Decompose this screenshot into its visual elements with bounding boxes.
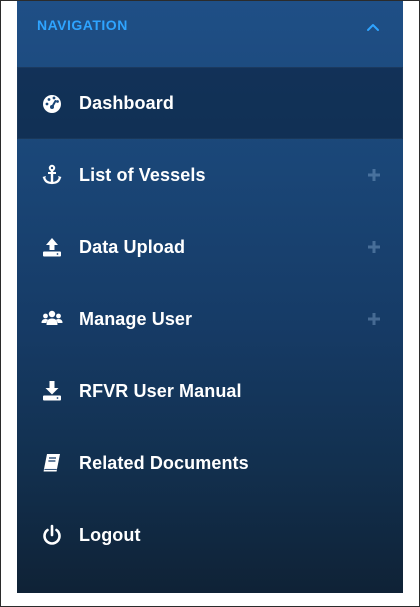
- book-icon: [41, 452, 63, 474]
- download-icon: [41, 380, 63, 402]
- chevron-up-icon[interactable]: [363, 17, 383, 37]
- menu-item-manage-user[interactable]: Manage User: [17, 283, 403, 355]
- upload-icon: [41, 236, 63, 258]
- plus-icon[interactable]: [367, 312, 381, 326]
- power-icon: [41, 524, 63, 546]
- anchor-icon: [41, 164, 63, 186]
- menu-item-list-of-vessels[interactable]: List of Vessels: [17, 139, 403, 211]
- menu-label-manage-user: Manage User: [79, 308, 193, 329]
- nav-menu: Dashboard List of Vessels Data Upload Ma…: [17, 67, 403, 571]
- plus-icon[interactable]: [367, 240, 381, 254]
- menu-label-rfvr-user-manual: RFVR User Manual: [79, 380, 242, 401]
- menu-label-list-of-vessels: List of Vessels: [79, 164, 206, 185]
- menu-label-logout: Logout: [79, 524, 141, 545]
- menu-label-data-upload: Data Upload: [79, 236, 186, 257]
- menu-label-dashboard: Dashboard: [79, 92, 174, 113]
- menu-item-rfvr-user-manual[interactable]: RFVR User Manual: [17, 355, 403, 427]
- menu-item-data-upload[interactable]: Data Upload: [17, 211, 403, 283]
- nav-header: NAVIGATION: [17, 1, 403, 67]
- navigation-sidebar: NAVIGATION Dashboard List of Vessels Dat…: [17, 1, 403, 593]
- menu-item-logout[interactable]: Logout: [17, 499, 403, 571]
- users-icon: [41, 308, 63, 330]
- menu-item-dashboard[interactable]: Dashboard: [17, 67, 403, 139]
- screenshot-frame: NAVIGATION Dashboard List of Vessels Dat…: [0, 0, 420, 607]
- menu-label-related-documents: Related Documents: [79, 452, 249, 473]
- plus-icon[interactable]: [367, 168, 381, 182]
- dashboard-gauge-icon: [41, 92, 63, 114]
- menu-item-related-documents[interactable]: Related Documents: [17, 427, 403, 499]
- nav-title: NAVIGATION: [37, 17, 128, 33]
